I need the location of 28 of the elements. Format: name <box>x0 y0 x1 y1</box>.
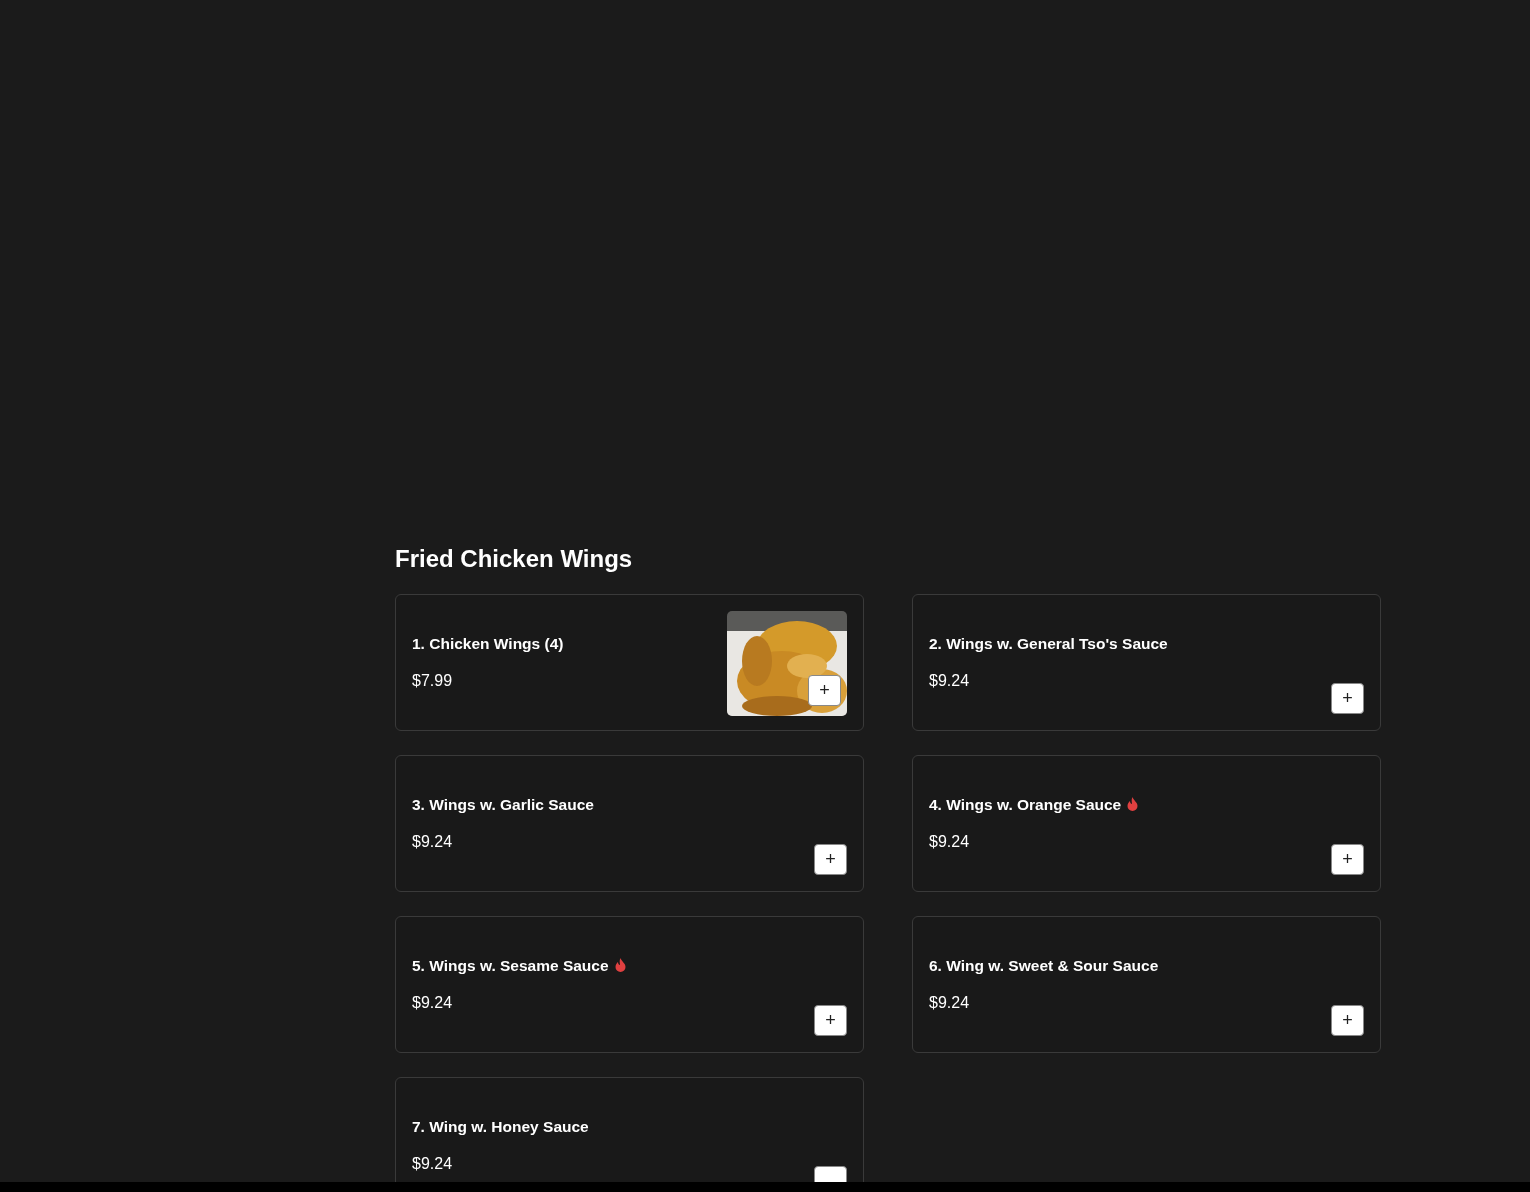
add-button[interactable]: + <box>1331 1004 1364 1036</box>
item-name: 5. Wings w. Sesame Sauce <box>412 955 609 976</box>
item-price: $9.24 <box>929 831 971 852</box>
menu-item-card[interactable]: 4. Wings w. Orange Sauce $9.24 + <box>912 754 1381 892</box>
menu-item-card[interactable]: 6. Wing w. Sweet & Sour Sauce $9.24 + <box>912 915 1381 1053</box>
item-price: $9.24 <box>929 992 971 1013</box>
item-price: $9.24 <box>412 992 454 1013</box>
add-button[interactable]: + <box>1331 682 1364 714</box>
item-price: $7.99 <box>412 670 454 691</box>
add-button[interactable]: + <box>808 674 841 706</box>
item-name: 3. Wings w. Garlic Sauce <box>412 794 594 815</box>
item-name: 4. Wings w. Orange Sauce <box>929 794 1122 815</box>
item-name: 2. Wings w. General Tso's Sauce <box>929 633 1168 654</box>
item-price: $9.24 <box>412 1153 454 1174</box>
item-name: 1. Chicken Wings (4) <box>412 633 564 654</box>
menu-item-card[interactable]: 7. Wing w. Honey Sauce $9.24 <box>395 1076 864 1182</box>
item-name: 7. Wing w. Honey Sauce <box>412 1116 589 1137</box>
add-button[interactable]: + <box>814 843 847 875</box>
add-button[interactable]: + <box>1331 843 1364 875</box>
section-title: Fried Chicken Wings <box>395 545 634 574</box>
menu-item-card[interactable]: 5. Wings w. Sesame Sauce $9.24 + <box>395 915 864 1053</box>
item-price: $9.24 <box>929 670 971 691</box>
menu-item-card[interactable]: 1. Chicken Wings (4) $7.99 + <box>395 593 864 731</box>
menu-item-card[interactable]: 3. Wings w. Garlic Sauce $9.24 + <box>395 754 864 892</box>
item-name: 6. Wing w. Sweet & Sour Sauce <box>929 955 1159 976</box>
menu-item-card[interactable]: 2. Wings w. General Tso's Sauce $9.24 + <box>912 593 1381 731</box>
add-button[interactable]: + <box>814 1004 847 1036</box>
item-price: $9.24 <box>412 831 454 852</box>
